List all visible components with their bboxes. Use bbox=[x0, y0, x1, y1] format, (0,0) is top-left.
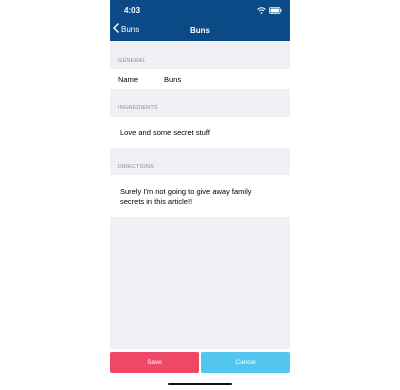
section-header-directions: DIRECTIONS bbox=[118, 164, 154, 170]
name-row[interactable]: Name Buns bbox=[110, 69, 290, 89]
navigation-header: 4:03 Buns Buns bbox=[110, 0, 290, 41]
ingredients-textarea[interactable]: Love and some secret stuff bbox=[110, 117, 290, 148]
status-time: 4:03 bbox=[124, 6, 141, 15]
section-header-general: GENERAL bbox=[118, 58, 146, 64]
save-button[interactable]: Save bbox=[110, 352, 199, 373]
page-title: Buns bbox=[190, 26, 210, 35]
name-label: Name bbox=[118, 75, 139, 84]
section-header-ingredients: INGREDIENTS bbox=[118, 105, 158, 111]
home-indicator[interactable] bbox=[168, 383, 232, 385]
wifi-icon bbox=[257, 1, 266, 19]
app-screen: 4:03 Buns Buns GENERAL Name Buns INGREDI… bbox=[110, 0, 290, 390]
directions-text: Surely I'm not going to give away family… bbox=[120, 187, 252, 206]
directions-textarea[interactable]: Surely I'm not going to give away family… bbox=[110, 175, 290, 217]
cancel-button[interactable]: Cancel bbox=[201, 352, 290, 373]
status-icons bbox=[257, 5, 282, 14]
form-content: GENERAL Name Buns INGREDIENTS Love and s… bbox=[110, 41, 290, 349]
ingredients-text: Love and some secret stuff bbox=[120, 128, 210, 137]
name-field[interactable]: Buns bbox=[164, 75, 181, 84]
battery-icon bbox=[269, 1, 282, 19]
